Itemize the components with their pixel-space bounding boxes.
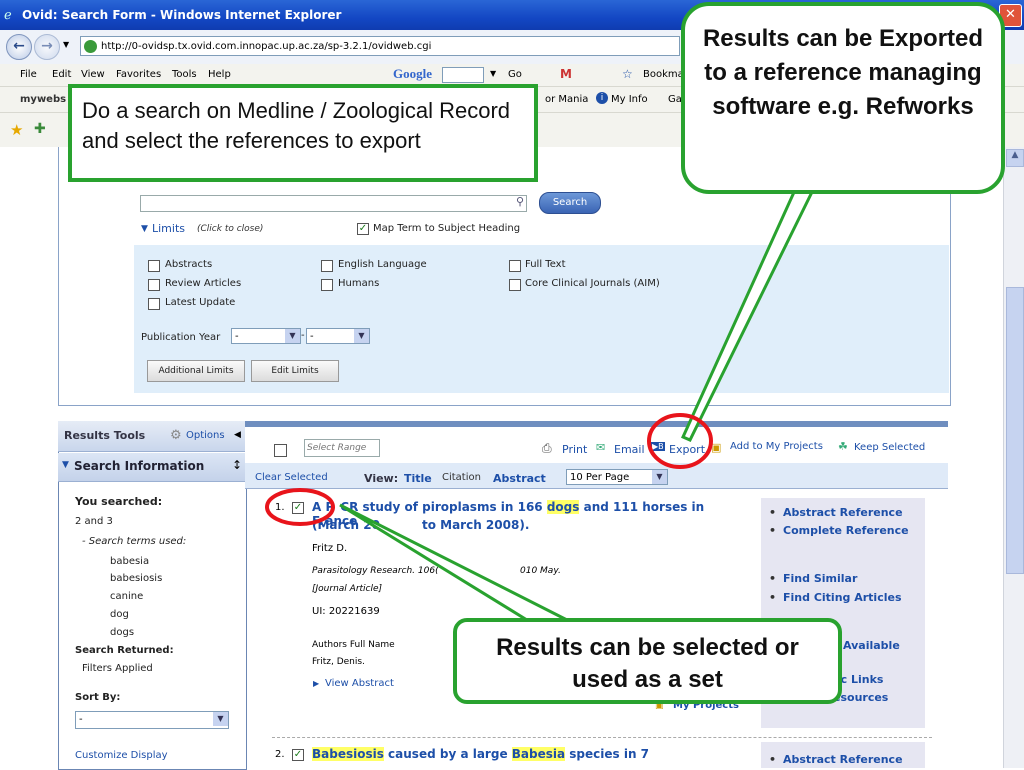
export-highlight-circle (647, 413, 713, 469)
callout-select-info: Results can be selected or used as a set (453, 618, 842, 704)
callout-export-info: Results can be Exported to a reference m… (681, 2, 1005, 194)
callout-pointer-top-right (681, 188, 815, 442)
checkbox-highlight-circle (265, 488, 335, 526)
callout-search-instructions: Do a search on Medline / Zoological Reco… (68, 84, 538, 182)
callout-pointer-bottom (339, 503, 576, 626)
